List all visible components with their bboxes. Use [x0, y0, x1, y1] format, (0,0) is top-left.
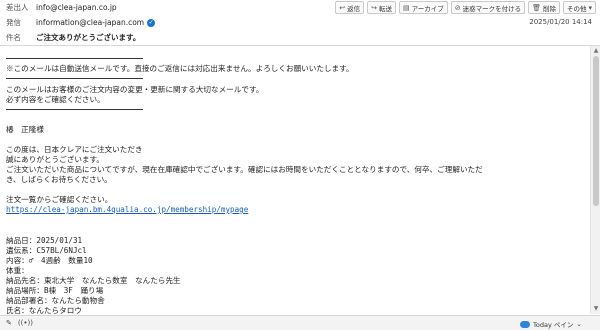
calendar-icon — [520, 320, 530, 328]
archive-icon: ▤ — [402, 3, 410, 12]
detail-line: 納品部署名：なんたら動物舎 — [6, 296, 105, 305]
from-address[interactable]: info@clea-japan.co.jp — [36, 3, 117, 12]
chevron-down-icon: ⌄ — [576, 320, 582, 328]
notice-line-1: ※このメールは自動送信メールです。直接のご返信には対応出来ません。よろしくお願い… — [6, 64, 354, 73]
detail-line: 納品場所：B棟 3F 踊り場 — [6, 286, 104, 295]
forward-label: 転送 — [378, 4, 392, 13]
message-date: 2025/01/20 14:14 — [529, 18, 592, 26]
subject-label: 件名 — [6, 33, 21, 42]
sender-value[interactable]: information@clea-japan.com ✓ — [36, 18, 156, 27]
scrollbar-thumb[interactable] — [593, 56, 599, 206]
subject-row: 件名 ご注文ありがとうございます。 — [0, 30, 600, 45]
notice-line-3: 必ず内容をご確認ください。 — [6, 95, 105, 104]
divider — [6, 58, 143, 59]
archive-label: アーカイブ — [411, 4, 444, 13]
status-icons: ✎ ((•)) — [6, 319, 33, 327]
sender-label: 発信 — [6, 18, 21, 27]
status-bar: ✎ ((•)) Today ペイン ⌄ — [0, 315, 600, 330]
verified-icon: ✓ — [147, 18, 156, 27]
forward-icon: ↪ — [371, 3, 377, 12]
detail-line: 遺伝系：C57BL/6NJcl — [6, 246, 87, 255]
detail-line: 氏名：なんたらタロウ — [6, 306, 82, 315]
paragraph-line: この度は、日本クレアにご注文いただき — [6, 145, 143, 154]
spam-label: 迷惑マークを付ける — [462, 4, 522, 13]
divider — [6, 109, 143, 110]
spam-button[interactable]: ⊘ 迷惑マークを付ける — [450, 1, 526, 14]
trash-icon: 🗑 — [532, 3, 541, 12]
from-label: 差出人 — [6, 3, 29, 12]
divider — [6, 78, 143, 79]
message-header: 差出人 info@clea-japan.co.jp 発信 information… — [0, 0, 600, 46]
subject-value: ご注文ありがとうございます。 — [36, 33, 141, 42]
message-toolbar: ↩ 返信 ↪ 転送 ▤ アーカイブ ⊘ 迷惑マークを付ける 🗑 削除 その他 ▾ — [335, 1, 596, 14]
more-label: その他 — [566, 4, 587, 13]
salutation: 椿 正隆様 — [6, 125, 44, 134]
today-pane-label: Today ペイン — [533, 321, 574, 329]
message-body: ※このメールは自動送信メールです。直接のご返信には対応出来ません。よろしくお願い… — [0, 47, 590, 315]
signal-icon[interactable]: ((•)) — [18, 319, 33, 327]
sender-row: 発信 information@clea-japan.com ✓ — [0, 15, 600, 30]
detail-line: 体重： — [6, 266, 29, 275]
vertical-scrollbar[interactable]: ▲ ▼ — [590, 46, 600, 314]
chevron-down-icon: ▾ — [588, 3, 592, 12]
paragraph-line: ご注文いただいた商品についてですが、現在在庫確認中でございます。確認にはお時間を… — [6, 165, 483, 174]
today-pane-toggle[interactable]: Today ペイン ⌄ — [520, 319, 582, 329]
reply-icon: ↩ — [339, 3, 346, 12]
detail-line: 内容：♂ 4週齢 数量10 — [6, 256, 93, 265]
notice-line-2: このメールはお客様のご注文内容の変更・更新に関する大切なメールです。 — [6, 85, 264, 94]
mypage-link[interactable]: https://clea-japan.bm.4qualia.co.jp/memb… — [6, 205, 248, 216]
spam-icon: ⊘ — [454, 3, 461, 12]
delete-label: 削除 — [542, 4, 556, 13]
archive-button[interactable]: ▤ アーカイブ — [398, 1, 448, 14]
forward-button[interactable]: ↪ 転送 — [367, 1, 396, 14]
sender-address[interactable]: information@clea-japan.com — [36, 18, 144, 27]
more-button[interactable]: その他 ▾ — [562, 1, 596, 14]
scroll-down-icon[interactable]: ▼ — [592, 305, 600, 313]
paragraph-line: き、しばらくお待ちください。 — [6, 175, 112, 184]
detail-line: 納品日：2025/01/31 — [6, 236, 83, 245]
reply-button[interactable]: ↩ 返信 — [335, 1, 365, 14]
scroll-up-icon[interactable]: ▲ — [592, 47, 600, 55]
paragraph-line: 注文一覧からご確認ください。 — [6, 195, 113, 204]
detail-line: 納品先名：東北大学 なんたら数室 なんたら先生 — [6, 276, 181, 285]
delete-button[interactable]: 🗑 削除 — [528, 1, 560, 14]
from-value[interactable]: info@clea-japan.co.jp — [36, 3, 117, 12]
paragraph-line: 誠にありがとうございます。 — [6, 155, 104, 164]
reply-label: 返信 — [347, 4, 361, 13]
draft-icon[interactable]: ✎ — [6, 319, 12, 327]
